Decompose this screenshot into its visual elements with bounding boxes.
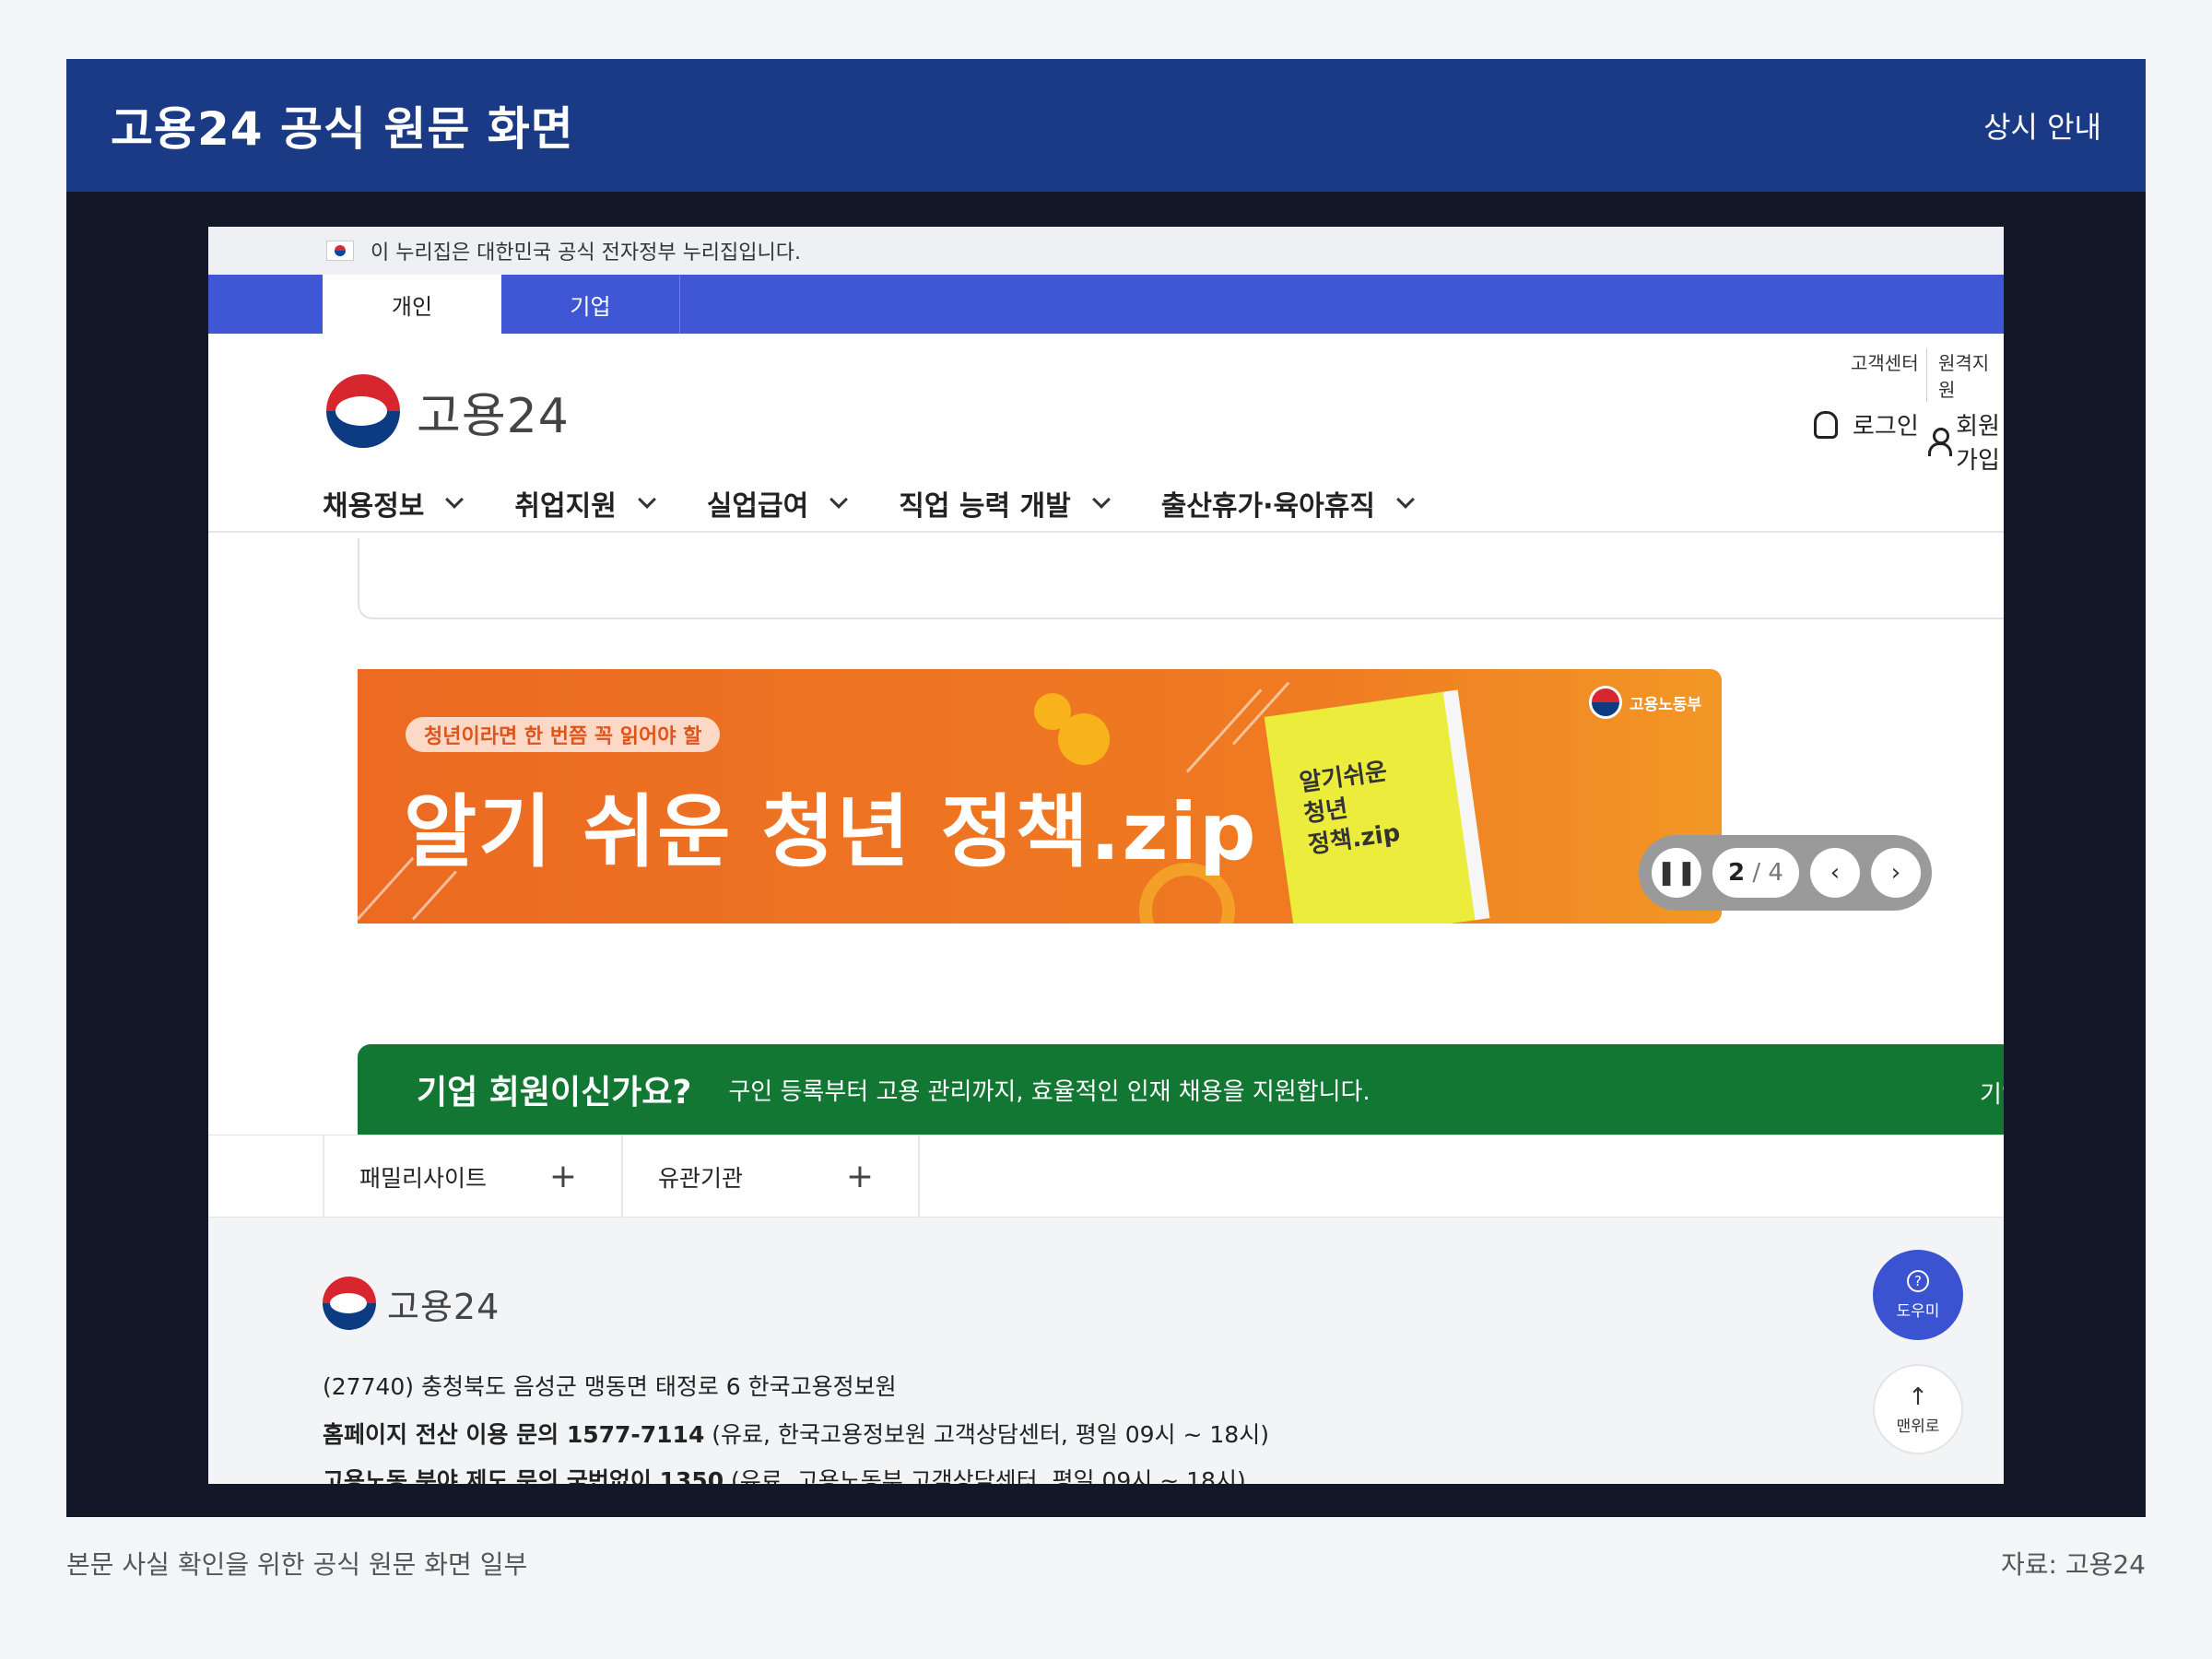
- help-button[interactable]: ? 도우미: [1873, 1250, 1963, 1340]
- tab-personal[interactable]: 개인: [323, 275, 501, 334]
- chevron-down-icon: [1396, 490, 1415, 509]
- gov-notice-bar: 이 누리집은 대한민국 공식 전자정부 누리집입니다.: [208, 227, 2004, 275]
- family-site-bar: 패밀리사이트 + 유관기관 +: [208, 1135, 2004, 1218]
- next-slide-button[interactable]: ›: [1871, 848, 1921, 898]
- add-user-icon: [1928, 428, 1953, 456]
- article-caption: 본문 사실 확인을 위한 공식 원문 화면 일부: [66, 1549, 528, 1580]
- business-banner-title: 기업 회원이신가요?: [417, 1074, 692, 1112]
- banner-brand: 고용노동부: [1589, 686, 1701, 719]
- footer-contact-2: 고용노동 분야 제도 문의 국번없이 1350 (유료, 고용노동부 고객상담센…: [323, 1467, 1246, 1484]
- chevron-down-icon: [445, 490, 465, 509]
- related-org-dropdown[interactable]: 유관기관 +: [621, 1135, 920, 1218]
- footer-logo: 고용24: [323, 1277, 500, 1330]
- lock-icon: [1814, 410, 1838, 439]
- footer-contact: 홈페이지 전산 이용 문의 1577-7114 (유료, 한국고용정보원 고객상…: [323, 1421, 1269, 1448]
- login-button[interactable]: 로그인: [1814, 407, 1919, 441]
- article-source: 자료: 고용24: [2000, 1549, 2146, 1580]
- business-banner-desc: 구인 등록부터 고용 관리까지, 효율적인 인재 채용을 지원합니다.: [728, 1077, 1371, 1106]
- join-button[interactable]: 회원가입: [1928, 407, 2004, 476]
- chevron-down-icon: [1091, 490, 1111, 509]
- prev-slide-button[interactable]: ‹: [1810, 848, 1860, 898]
- logo-mark-icon: [323, 1277, 376, 1330]
- banner-slider-controls: ❚❚ 2 / 4 ‹ ›: [1639, 835, 1932, 911]
- user-type-tabs: 개인 기업: [208, 275, 2004, 334]
- banner-title: 알기 쉬운 청년 정책.zip: [404, 786, 1258, 878]
- site-screenshot: 이 누리집은 대한민국 공식 전자정부 누리집입니다. 개인 기업 고객센터 원…: [208, 227, 2004, 1484]
- search-panel[interactable]: [358, 538, 2004, 619]
- decor-stroke: [1185, 688, 1263, 773]
- ministry-logo-icon: [1589, 686, 1622, 719]
- business-member-banner: 기업 회원이신가요? 구인 등록부터 고용 관리까지, 효율적인 인재 채용을 …: [358, 1044, 2004, 1135]
- article-title: 고용24 공식 원문 화면: [111, 102, 574, 156]
- family-site-dropdown[interactable]: 패밀리사이트 +: [323, 1135, 621, 1218]
- gov-notice-text: 이 누리집은 대한민국 공식 전자정부 누리집입니다.: [371, 241, 802, 265]
- logo-mark-icon: [326, 374, 400, 448]
- footer-address: (27740) 충청북도 음성군 맹동면 태정로 6 한국고용정보원: [323, 1373, 897, 1400]
- main-nav: 채용정보 취업지원 실업급여 직업 능력 개발 출산휴가·육아휴직: [323, 476, 1465, 531]
- join-label: 회원가입: [1956, 413, 2000, 475]
- util-link-customer-center[interactable]: 고객센터: [1851, 348, 1919, 375]
- arrow-up-icon: ↑: [1908, 1382, 1928, 1411]
- plus-icon: +: [548, 1158, 577, 1195]
- site-logo[interactable]: 고용24: [326, 374, 570, 448]
- chevron-down-icon: [637, 490, 656, 509]
- nav-item-parental-leave[interactable]: 출산휴가·육아휴직: [1161, 483, 1415, 524]
- site-footer: 고용24 (27740) 충청북도 음성군 맹동면 태정로 6 한국고용정보원 …: [208, 1218, 2004, 1484]
- login-label: 로그인: [1853, 413, 1919, 441]
- banner-tag: 청년이라면 한 번쯤 꼭 읽어야 할: [406, 717, 721, 752]
- nav-divider: [208, 531, 2004, 533]
- nav-item-jobs[interactable]: 채용정보: [323, 483, 465, 524]
- logo-text: 고용24: [417, 388, 570, 444]
- plus-icon: +: [845, 1158, 874, 1195]
- scroll-top-button[interactable]: ↑ 맨위로: [1873, 1364, 1963, 1454]
- tab-business[interactable]: 기업: [501, 275, 680, 334]
- korea-flag-icon: [326, 241, 354, 261]
- nav-item-employment-support[interactable]: 취업지원: [514, 483, 656, 524]
- article-header: 고용24 공식 원문 화면 상시 안내: [66, 59, 2146, 192]
- decor-blob: [1058, 713, 1110, 765]
- article-badge: 상시 안내: [1983, 110, 2101, 145]
- promo-banner[interactable]: 청년이라면 한 번쯤 꼭 읽어야 할 알기 쉬운 청년 정책.zip 알기쉬운 청…: [358, 669, 1722, 924]
- pause-button[interactable]: ❚❚: [1652, 848, 1701, 898]
- util-link-remote-support[interactable]: 원격지원: [1926, 348, 2004, 402]
- book-illustration: 알기쉬운 청년 정책.zip: [1264, 689, 1490, 924]
- footer-logo-text: 고용24: [387, 1286, 500, 1327]
- business-service-link[interactable]: 기업 서비스로 이동: [1980, 1076, 2004, 1110]
- nav-item-job-skills[interactable]: 직업 능력 개발: [899, 483, 1111, 524]
- chevron-down-icon: [830, 490, 849, 509]
- slide-counter: 2 / 4: [1712, 848, 1799, 898]
- question-icon: ?: [1907, 1269, 1929, 1292]
- book-title: 알기쉬운 청년 정책.zip: [1297, 758, 1403, 860]
- nav-item-unemployment-benefit[interactable]: 실업급여: [707, 483, 849, 524]
